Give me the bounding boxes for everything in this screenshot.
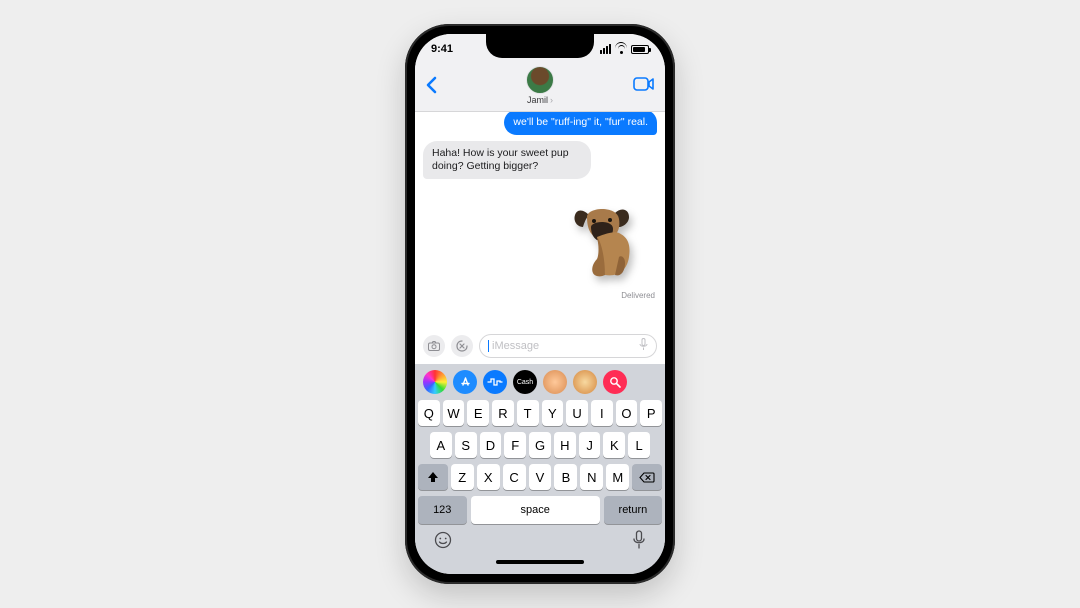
facetime-button[interactable] [633,77,655,96]
app-audio-icon[interactable] [483,370,507,394]
dictation-icon[interactable] [639,338,648,354]
app-images-search-icon[interactable] [603,370,627,394]
key-l[interactable]: L [628,432,650,458]
app-store-icon[interactable] [453,370,477,394]
iphone-device-frame: 9:41 Jamil › w [405,24,675,584]
key-f[interactable]: F [504,432,526,458]
key-x[interactable]: X [477,464,500,490]
screen: 9:41 Jamil › w [415,34,665,574]
key-u[interactable]: U [566,400,588,426]
battery-icon [631,45,649,54]
status-indicators [600,44,649,54]
back-button[interactable] [425,76,437,98]
camera-button[interactable] [423,335,445,357]
app-photos-icon[interactable] [423,370,447,394]
message-bubble-sent[interactable]: we'll be "ruff-ing" it, "fur" real. [504,112,657,135]
key-y[interactable]: Y [542,400,564,426]
text-caret [488,340,489,352]
emoji-key[interactable] [434,531,452,554]
messages-thread[interactable]: we'll be "ruff-ing" it, "fur" real. Haha… [415,112,665,330]
key-z[interactable]: Z [451,464,474,490]
key-g[interactable]: G [529,432,551,458]
app-animoji-icon[interactable] [573,370,597,394]
key-e[interactable]: E [467,400,489,426]
key-r[interactable]: R [492,400,514,426]
key-o[interactable]: O [616,400,638,426]
message-input[interactable]: iMessage [479,334,657,358]
conversation-header: Jamil › [415,64,665,112]
keyboard-bottom-row: 123 space return [418,496,662,524]
key-i[interactable]: I [591,400,613,426]
contact-avatar [526,66,554,94]
status-time: 9:41 [431,43,453,55]
keyboard-footer [418,524,662,558]
dog-sticker-image[interactable] [557,187,657,287]
imessage-app-row[interactable]: Cash [418,368,662,400]
key-t[interactable]: T [517,400,539,426]
dictation-key[interactable] [632,530,646,554]
key-k[interactable]: K [603,432,625,458]
keyboard: Cash QWERTYUIOP ASDFGHJKL ZXCVBNM [415,364,665,574]
apps-button[interactable] [451,335,473,357]
shift-key[interactable] [418,464,448,490]
key-j[interactable]: J [579,432,601,458]
return-key[interactable]: return [604,496,662,524]
home-indicator[interactable] [496,560,584,564]
delivered-label: Delivered [621,291,655,300]
app-apple-cash-icon[interactable]: Cash [513,370,537,394]
message-placeholder: iMessage [492,340,539,352]
key-s[interactable]: S [455,432,477,458]
key-p[interactable]: P [640,400,662,426]
key-m[interactable]: M [606,464,629,490]
key-h[interactable]: H [554,432,576,458]
key-c[interactable]: C [503,464,526,490]
cellular-bars-icon [600,44,611,54]
delete-key[interactable] [632,464,662,490]
space-key[interactable]: space [471,496,600,524]
key-v[interactable]: V [529,464,552,490]
message-bubble-received[interactable]: Haha! How is your sweet pup doing? Getti… [423,141,591,179]
contact-header[interactable]: Jamil › [526,66,554,105]
wifi-icon [615,45,627,54]
key-n[interactable]: N [580,464,603,490]
key-b[interactable]: B [554,464,577,490]
app-memoji-icon[interactable] [543,370,567,394]
key-w[interactable]: W [443,400,465,426]
chevron-right-icon: › [550,95,553,105]
notch [486,34,594,58]
key-q[interactable]: Q [418,400,440,426]
keyboard-rows: QWERTYUIOP ASDFGHJKL ZXCVBNM [418,400,662,490]
key-d[interactable]: D [480,432,502,458]
key-a[interactable]: A [430,432,452,458]
message-input-row: iMessage [415,330,665,364]
numbers-key[interactable]: 123 [418,496,467,524]
contact-name-label: Jamil [527,95,548,105]
